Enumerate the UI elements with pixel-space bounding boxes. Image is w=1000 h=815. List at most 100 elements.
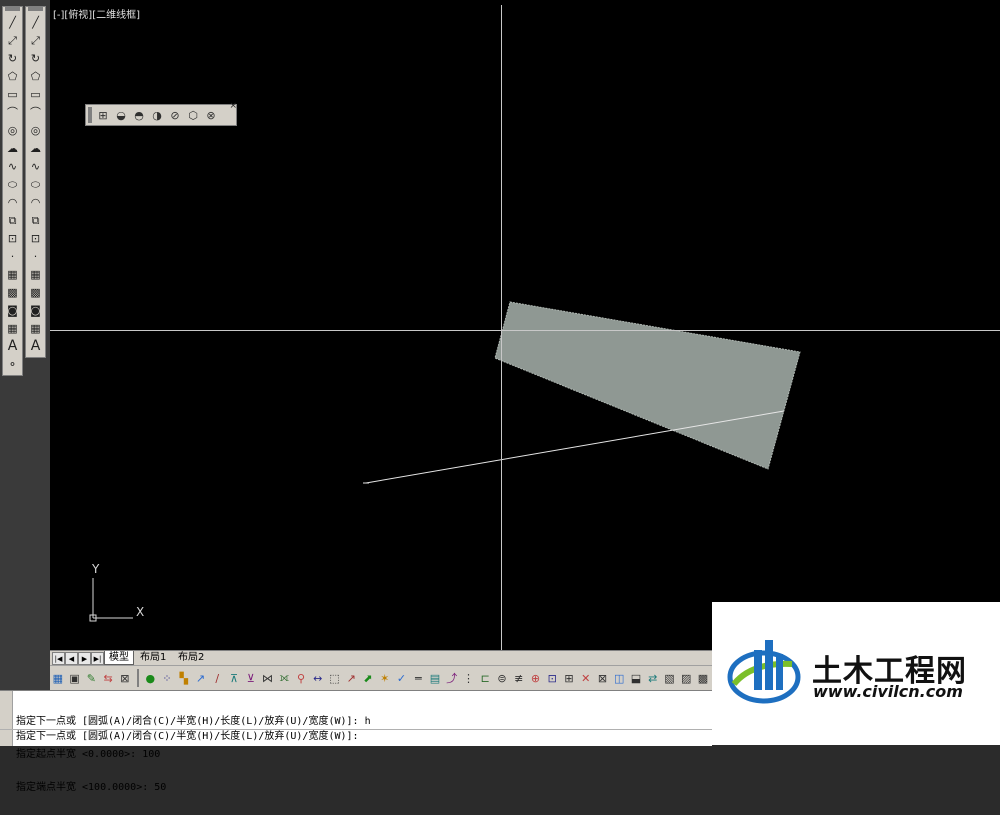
insert-block-icon[interactable]: ⧉: [26, 211, 45, 229]
prev-tab-icon[interactable]: ◀: [65, 652, 78, 665]
arc-icon[interactable]: ⌒: [3, 103, 22, 121]
insert-block-icon[interactable]: ⧉: [3, 211, 22, 229]
bottom-tool-icon[interactable]: ↗: [343, 668, 359, 688]
bottom-tool-icon[interactable]: ✕: [578, 668, 594, 688]
circle-icon[interactable]: ◎: [3, 121, 22, 139]
bottom-tool-icon[interactable]: ⊡: [544, 668, 560, 688]
command-prompt-input[interactable]: 指定下一点或 [圆弧(A)/闭合(C)/半宽(H)/长度(L)/放弃(U)/宽度…: [16, 731, 359, 742]
point-icon[interactable]: ·: [3, 247, 22, 265]
bottom-tool-icon[interactable]: ⬓: [628, 668, 644, 688]
region-icon[interactable]: ◙: [3, 301, 22, 319]
revision-cloud-icon[interactable]: ☁: [3, 139, 22, 157]
construction-line-icon[interactable]: ⤢: [26, 31, 45, 49]
command-line-window[interactable]: 指定下一点或 [圆弧(A)/闭合(C)/半宽(H)/长度(L)/放弃(U)/宽度…: [0, 690, 712, 793]
bottom-tool-icon[interactable]: ≢: [511, 668, 527, 688]
revision-cloud-icon[interactable]: ☁: [26, 139, 45, 157]
gradient-icon[interactable]: ▩: [3, 283, 22, 301]
bottom-tool-icon[interactable]: ⊼: [226, 668, 242, 688]
bottom-tool-icon[interactable]: ⁘: [159, 668, 175, 688]
point-icon[interactable]: ·: [26, 247, 45, 265]
view-toolbar-floating[interactable]: ⊞ ◒ ◓ ◑ ⊘ ⬡ ⊗ ×: [85, 101, 237, 126]
wide-polyline-segment[interactable]: [494, 301, 801, 470]
bottom-tool-icon[interactable]: ↔: [310, 668, 326, 688]
bottom-tool-icon[interactable]: ═: [410, 668, 426, 688]
toolbar-grip[interactable]: [28, 7, 43, 11]
spline-icon[interactable]: ∿: [26, 157, 45, 175]
toolbar-grip[interactable]: [88, 107, 92, 123]
tab-layout1[interactable]: 布局1: [136, 651, 170, 664]
bottom-tool-icon[interactable]: ⟗: [276, 668, 292, 688]
bottom-tool-icon[interactable]: ⊻: [243, 668, 259, 688]
view-add-sphere-icon[interactable]: ◓: [130, 107, 148, 123]
mtext-icon[interactable]: A: [26, 337, 45, 355]
bottom-tool-icon[interactable]: ⬚: [327, 668, 343, 688]
view-3d-icon[interactable]: ⊞: [94, 107, 112, 123]
bottom-tool-icon[interactable]: ⊠: [595, 668, 611, 688]
bottom-tool-icon[interactable]: ⤴: [444, 668, 460, 688]
bottom-tool-icon[interactable]: ●: [142, 668, 158, 688]
bottom-tool-icon[interactable]: ⊠: [117, 668, 133, 688]
bottom-tool-icon[interactable]: ⊕: [528, 668, 544, 688]
hatch-icon[interactable]: ▦: [26, 265, 45, 283]
orbit-icon[interactable]: ⊘: [166, 107, 184, 123]
rectangle-icon[interactable]: ▭: [26, 85, 45, 103]
first-tab-icon[interactable]: |◀: [52, 652, 65, 665]
line-icon[interactable]: ╱: [26, 13, 45, 31]
spline-icon[interactable]: ∿: [3, 157, 22, 175]
bottom-tool-icon[interactable]: ▨: [678, 668, 694, 688]
bottom-tool-icon[interactable]: ⋈: [260, 668, 276, 688]
bottom-tool-icon[interactable]: ⇆: [100, 668, 116, 688]
polygon-icon[interactable]: ⬠: [26, 67, 45, 85]
ellipse-icon[interactable]: ⬭: [3, 175, 22, 193]
toolbar-grip[interactable]: [5, 7, 20, 11]
view-top-sphere-icon[interactable]: ◒: [112, 107, 130, 123]
next-tab-icon[interactable]: ▶: [78, 652, 91, 665]
last-tab-icon[interactable]: ▶|: [91, 652, 104, 665]
hatch-icon[interactable]: ▦: [3, 265, 22, 283]
bottom-tool-icon[interactable]: ∕: [209, 668, 225, 688]
circle-icon[interactable]: ◎: [26, 121, 45, 139]
table-icon[interactable]: ▦: [3, 319, 22, 337]
bottom-tool-icon[interactable]: ▚: [176, 668, 192, 688]
bottom-tool-icon[interactable]: ⬈: [360, 668, 376, 688]
drawing-viewport[interactable]: [-][俯视][二维线框] ⊞ ◒ ◓ ◑ ⊘ ⬡ ⊗ × Y X: [50, 0, 1000, 650]
ellipse-arc-icon[interactable]: ◠: [3, 193, 22, 211]
bottom-tool-icon[interactable]: ⊏: [477, 668, 493, 688]
bottom-tool-icon[interactable]: ↗: [193, 668, 209, 688]
construction-line-icon[interactable]: ⤢: [3, 31, 22, 49]
line-icon[interactable]: ╱: [3, 13, 22, 31]
bottom-tool-icon[interactable]: ✓: [394, 668, 410, 688]
mtext-icon[interactable]: A: [3, 337, 22, 355]
tab-model[interactable]: 模型: [104, 651, 134, 665]
bottom-tool-icon[interactable]: ▤: [427, 668, 443, 688]
polygon-icon[interactable]: ⬠: [3, 67, 22, 85]
delete-view-icon[interactable]: ⊗: [202, 107, 220, 123]
arc-icon[interactable]: ⌒: [26, 103, 45, 121]
make-block-icon[interactable]: ⊡: [3, 229, 22, 247]
ellipse-icon[interactable]: ⬭: [26, 175, 45, 193]
bottom-tool-icon[interactable]: ✎: [84, 668, 100, 688]
add-selected-icon[interactable]: ⚬: [3, 355, 22, 373]
view-remove-sphere-icon[interactable]: ◑: [148, 107, 166, 123]
bottom-tool-icon[interactable]: ⋮: [461, 668, 477, 688]
rectangle-icon[interactable]: ▭: [3, 85, 22, 103]
make-block-icon[interactable]: ⊡: [26, 229, 45, 247]
ellipse-arc-icon[interactable]: ◠: [26, 193, 45, 211]
bottom-tool-icon[interactable]: ▧: [662, 668, 678, 688]
bottom-tool-icon[interactable]: ▣: [67, 668, 83, 688]
command-line-grip[interactable]: [0, 691, 13, 746]
bottom-tool-icon[interactable]: ✶: [377, 668, 393, 688]
bottom-tool-icon[interactable]: ⊜: [494, 668, 510, 688]
close-icon[interactable]: ×: [229, 101, 237, 111]
bottom-tool-icon[interactable]: ⊞: [561, 668, 577, 688]
table-icon[interactable]: ▦: [26, 319, 45, 337]
bottom-tool-icon[interactable]: ⇄: [645, 668, 661, 688]
bottom-tool-icon[interactable]: ▦: [50, 668, 66, 688]
region-icon[interactable]: ◙: [26, 301, 45, 319]
polyline-icon[interactable]: ↻: [3, 49, 22, 67]
polyline-icon[interactable]: ↻: [26, 49, 45, 67]
bottom-tool-icon[interactable]: ⚲: [293, 668, 309, 688]
gradient-icon[interactable]: ▩: [26, 283, 45, 301]
bottom-tool-icon[interactable]: ◫: [611, 668, 627, 688]
box-view-icon[interactable]: ⬡: [184, 107, 202, 123]
